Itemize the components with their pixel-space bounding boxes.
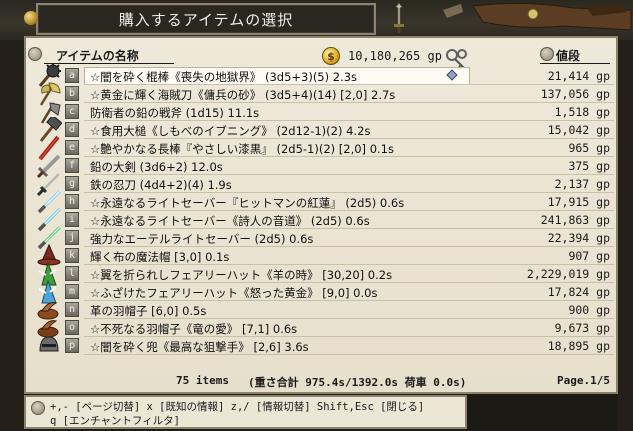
item-key[interactable]: a <box>65 68 79 83</box>
item-count: 75 items <box>176 374 229 387</box>
item-name[interactable]: ☆不死なる羽帽子《竜の愛》 [7,1] 0.6s <box>90 321 297 337</box>
corner-ornament-icon <box>443 2 632 31</box>
item-price: 965 gp <box>568 141 610 155</box>
item-price: 2,229,019 gp <box>526 267 610 281</box>
ornament-icon <box>24 11 38 25</box>
item-name[interactable]: 鉛の大剣 (3d6+2) 12.0s <box>90 159 223 175</box>
item-key[interactable]: j <box>65 230 79 245</box>
item-name[interactable]: ☆黄金に輝く海賊刀《傭兵の砂》 (3d5+4)(14) [2,0] 2.7s <box>90 87 395 103</box>
item-price: 900 gp <box>568 303 610 317</box>
item-price: 17,824 gp <box>547 285 610 299</box>
item-key[interactable]: h <box>65 194 79 209</box>
item-row[interactable]: g 鉄の忍刀 (4d4+2)(4) 1.9s 2,137 gp <box>36 173 614 197</box>
item-price: 137,056 gp <box>540 87 610 101</box>
item-row[interactable]: c 防衛者の鉛の戦斧 (1d15) 11.1s 1,518 gp <box>36 102 614 124</box>
item-price: 1,518 gp <box>554 105 610 119</box>
item-key[interactable]: f <box>65 158 79 173</box>
gold-coin-icon: $ <box>322 47 340 65</box>
left-frame <box>0 40 24 431</box>
item-row[interactable]: d ☆食用大槌《しもべのイブニング》 (2d12-1)(2) 4.2s 15,0… <box>36 117 614 142</box>
key-help-box: +,- [ページ切替] x [既知の情報] z,/ [情報切替] Shift,E… <box>24 395 467 429</box>
window-title: 購入するアイテムの選択 <box>118 10 294 29</box>
item-key[interactable]: b <box>65 86 79 101</box>
shop-panel: アイテムの名称 $ 10,180,265 gp 値段 a ☆闇を砕く棍棒《喪失の… <box>24 36 618 394</box>
item-price: 21,414 gp <box>547 69 610 83</box>
item-row[interactable]: n 革の羽帽子 [6,0] 0.5s 900 gp <box>36 301 614 320</box>
item-price: 22,394 gp <box>547 231 610 245</box>
helmet-icon <box>39 336 59 352</box>
gold-amount: 10,180,265 gp <box>348 49 442 63</box>
row-divider <box>84 354 614 355</box>
item-row[interactable]: f 鉛の大剣 (3d6+2) 12.0s 375 gp <box>36 154 614 179</box>
item-name[interactable]: ☆永遠なるライトセーバー《詩人の音道》 (2d5) 0.6s <box>90 213 370 229</box>
item-price: 375 gp <box>568 159 610 173</box>
name-column-header: アイテムの名称 <box>56 49 139 63</box>
item-name[interactable]: ☆艶やかなる長棒『やさしい漆黒』 (2d5-1)(2) [2,0] 0.1s <box>90 141 394 157</box>
item-price: 241,863 gp <box>540 213 610 227</box>
price-column-header: 値段 <box>556 49 581 63</box>
item-key[interactable]: i <box>65 212 79 227</box>
item-key[interactable]: p <box>65 338 79 353</box>
item-price: 17,915 gp <box>547 195 610 209</box>
item-price: 9,673 gp <box>554 321 610 335</box>
item-name[interactable]: ☆永遠なるライトセーバー『ヒットマンの紅蓮』 (2d5) 0.6s <box>90 195 404 211</box>
item-price: 907 gp <box>568 249 610 263</box>
item-name[interactable]: ☆翼を折られしフェアリーハット《羊の時》 [30,20] 0.2s <box>90 267 392 283</box>
item-name[interactable]: ☆闇を砕く兜《最高な狙撃手》 [2,6] 3.6s <box>90 339 309 355</box>
item-key[interactable]: n <box>65 302 79 317</box>
item-row[interactable]: j 強力なエーテルライトセーバー (2d5) 0.6s 22,394 gp <box>36 225 614 250</box>
item-row[interactable]: a ☆闇を砕く棍棒《喪失の地獄界》 (3d5+3)(5) 2.3s 21,414… <box>36 63 614 87</box>
item-row[interactable]: b ☆黄金に輝く海賊刀《傭兵の砂》 (3d5+4)(14) [2,0] 2.7s… <box>36 82 614 106</box>
item-price: 18,895 gp <box>547 339 610 353</box>
item-key[interactable]: g <box>65 176 79 191</box>
item-row[interactable]: o ☆不死なる羽帽子《竜の愛》 [7,1] 0.6s 9,673 gp <box>36 319 614 338</box>
item-name[interactable]: 輝く布の魔法帽 [3,0] 0.1s <box>90 249 229 265</box>
item-name[interactable]: 革の羽帽子 [6,0] 0.5s <box>90 303 206 319</box>
page-indicator: Page.1/5 <box>557 374 610 387</box>
weight-total: (重さ合計 975.4s/1392.0s 荷車 0.0s) <box>248 376 467 389</box>
item-key[interactable]: m <box>65 284 79 299</box>
bullet-icon <box>31 401 45 415</box>
item-key[interactable]: c <box>65 104 79 119</box>
item-row[interactable]: h ☆永遠なるライトセーバー『ヒットマンの紅蓮』 (2d5) 0.6s 17,9… <box>36 189 614 214</box>
item-key[interactable]: l <box>65 266 79 281</box>
help-line-2: q [エンチャントフィルタ] <box>50 415 180 427</box>
item-row[interactable]: m ☆ふざけたフェアリーハット《怒った黄金》 [9,0] 0.0s 17,824… <box>36 279 614 304</box>
item-price: 2,137 gp <box>554 177 610 191</box>
item-key[interactable]: e <box>65 140 79 155</box>
header-underline <box>540 63 610 64</box>
item-key[interactable]: d <box>65 122 79 137</box>
item-row[interactable]: i ☆永遠なるライトセーバー《詩人の音道》 (2d5) 0.6s 241,863… <box>36 207 614 232</box>
item-name[interactable]: ☆ふざけたフェアリーハット《怒った黄金》 [9,0] 0.0s <box>90 285 377 301</box>
bullet-icon <box>540 47 554 61</box>
item-key[interactable]: o <box>65 320 79 335</box>
item-name[interactable]: ☆食用大槌《しもべのイブニング》 (2d12-1)(2) 4.2s <box>90 123 370 139</box>
item-name[interactable]: 鉄の忍刀 (4d4+2)(4) 1.9s <box>90 177 232 193</box>
item-name[interactable]: ☆闇を砕く棍棒《喪失の地獄界》 (3d5+3)(5) 2.3s <box>90 69 357 85</box>
item-row[interactable]: l ☆翼を折られしフェアリーハット《羊の時》 [30,20] 0.2s 2,22… <box>36 261 614 286</box>
list-summary: 75 items (重さ合計 975.4s/1392.0s 荷車 0.0s) P… <box>26 374 616 390</box>
item-key[interactable]: k <box>65 248 79 263</box>
bullet-icon <box>28 47 42 61</box>
right-frame <box>618 40 633 431</box>
item-row[interactable]: p ☆闇を砕く兜《最高な狙撃手》 [2,6] 3.6s 18,895 gp <box>36 336 614 355</box>
list-header: アイテムの名称 $ 10,180,265 gp 値段 <box>26 44 616 70</box>
header-underline <box>44 63 174 64</box>
item-row[interactable]: e ☆艶やかなる長棒『やさしい漆黒』 (2d5-1)(2) [2,0] 0.1s… <box>36 135 614 161</box>
window-title-bar: 購入するアイテムの選択 <box>36 3 376 35</box>
help-line-1: +,- [ページ切替] x [既知の情報] z,/ [情報切替] Shift,E… <box>50 401 425 413</box>
item-price: 15,042 gp <box>547 123 610 137</box>
item-row[interactable]: k 輝く布の魔法帽 [3,0] 0.1s 907 gp <box>36 243 614 266</box>
item-name[interactable]: 強力なエーテルライトセーバー (2d5) 0.6s <box>90 231 313 247</box>
item-name[interactable]: 防衛者の鉛の戦斧 (1d15) 11.1s <box>90 105 259 121</box>
